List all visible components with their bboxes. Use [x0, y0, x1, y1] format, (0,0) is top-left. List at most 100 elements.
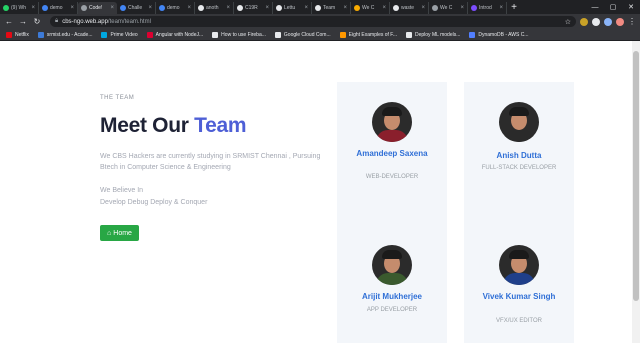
tab-favicon-icon — [276, 5, 282, 11]
bookmark-label: Angular with NodeJ... — [155, 31, 204, 38]
puzzle-icon[interactable] — [604, 17, 612, 26]
menu-icon[interactable]: ⋮ — [628, 17, 636, 26]
bookmark-label: srmist.edu - Acade... — [46, 31, 93, 38]
tab-favicon-icon — [393, 5, 399, 11]
minimize-icon[interactable]: — — [586, 4, 604, 11]
avatar-body — [503, 273, 535, 285]
tab-close-icon[interactable]: × — [148, 5, 152, 11]
tab-close-icon[interactable]: × — [226, 5, 230, 11]
browser-tab[interactable]: anoth × — [195, 2, 234, 14]
bookmark-item[interactable]: Netflix — [6, 31, 29, 38]
tab-title: Lettu — [284, 5, 296, 11]
profile-avatar-icon[interactable] — [616, 17, 624, 26]
tab-close-icon[interactable]: × — [421, 5, 425, 11]
browser-tab[interactable]: demo × — [156, 2, 195, 14]
tab-close-icon[interactable]: × — [382, 5, 386, 11]
bookmark-star-icon[interactable]: ☆ — [565, 18, 571, 26]
back-icon[interactable]: ← — [4, 17, 14, 26]
member-card: Arijit Mukherjee APP DEVELOPER — [337, 225, 447, 343]
bookmark-item[interactable]: Angular with NodeJ... — [146, 31, 204, 38]
bookmark-label: DynamoDB - AWS C... — [478, 31, 529, 38]
tab-close-icon[interactable]: × — [31, 5, 35, 11]
tab-favicon-icon — [471, 5, 477, 11]
avatar-body — [376, 273, 408, 285]
window-controls: — ▢ ✕ — [586, 0, 640, 14]
bookmark-item[interactable]: srmist.edu - Acade... — [37, 31, 93, 38]
browser-tab[interactable]: Challe × — [117, 2, 156, 14]
close-window-icon[interactable]: ✕ — [622, 3, 640, 11]
member-role: APP DEVELOPER — [366, 307, 418, 313]
browser-tab[interactable]: (9) Wh × — [0, 2, 39, 14]
tab-close-icon[interactable]: × — [343, 5, 347, 11]
tab-favicon-icon — [81, 5, 87, 11]
bookmark-item[interactable]: Deploy ML models... — [405, 31, 460, 38]
browser-tab[interactable]: Lettu × — [273, 2, 312, 14]
bookmark-item[interactable]: Google Cloud Com... — [274, 31, 331, 38]
bookmark-item[interactable]: Eight Examples of F... — [339, 31, 397, 38]
home-icon: ⌂ — [107, 229, 112, 237]
bookmark-item[interactable]: Prime Video — [101, 31, 138, 38]
maximize-icon[interactable]: ▢ — [604, 3, 622, 11]
member-role: FULL-STACK DEVELOPER — [481, 165, 557, 171]
tab-title: Team — [323, 5, 336, 11]
bookmark-label: Eight Examples of F... — [348, 31, 397, 38]
bookmark-item[interactable]: DynamoDB - AWS C... — [469, 31, 529, 38]
bookmark-favicon-icon — [101, 31, 108, 38]
browser-tab[interactable]: Introd × — [468, 2, 507, 14]
extension-icon[interactable] — [592, 17, 600, 26]
home-button[interactable]: ⌂ Home — [100, 225, 139, 241]
page-scrollbar[interactable] — [632, 41, 640, 343]
bookmark-favicon-icon — [339, 31, 346, 38]
tab-title: Introd — [479, 5, 492, 11]
reload-icon[interactable]: ↻ — [32, 17, 42, 26]
browser-tab[interactable]: Team × — [312, 2, 351, 14]
browser-tab[interactable]: Code! × — [78, 2, 117, 14]
tab-close-icon[interactable]: × — [110, 5, 114, 11]
bookmark-favicon-icon — [212, 31, 219, 38]
member-name: Amandeep Saxena — [356, 149, 428, 158]
tab-favicon-icon — [315, 5, 321, 11]
avatar — [499, 245, 539, 285]
member-card: Anish Dutta FULL-STACK DEVELOPER — [464, 82, 574, 233]
bookmark-label: Prime Video — [110, 31, 138, 38]
tab-close-icon[interactable]: × — [265, 5, 269, 11]
tab-close-icon[interactable]: × — [460, 5, 464, 11]
avatar-body — [376, 130, 408, 142]
tab-favicon-icon — [3, 5, 9, 11]
url-host: cbs-ngo.web.app — [62, 18, 108, 25]
tab-title: We C — [440, 5, 453, 11]
believe-text: We Believe In Develop Debug Deploy & Con… — [100, 185, 330, 209]
browser-tab[interactable]: We C × — [351, 2, 390, 14]
bookmark-label: How to use Fireba... — [221, 31, 266, 38]
section-eyebrow: THE TEAM — [100, 95, 135, 101]
bookmark-favicon-icon — [405, 31, 412, 38]
browser-tab[interactable]: demo × — [39, 2, 78, 14]
member-role: VFX/UX EDITOR — [496, 318, 542, 324]
bookmark-item[interactable]: How to use Fireba... — [212, 31, 266, 38]
member-role: WEB-DEVELOPER — [365, 174, 419, 180]
tab-close-icon[interactable]: × — [499, 5, 503, 11]
forward-icon[interactable]: → — [18, 17, 28, 26]
avatar — [372, 245, 412, 285]
tab-favicon-icon — [198, 5, 204, 11]
tab-title: C19R — [245, 5, 258, 11]
scrollbar-thumb[interactable] — [633, 51, 639, 301]
believe-line: We Believe In — [100, 187, 144, 194]
tab-close-icon[interactable]: × — [70, 5, 74, 11]
address-bar[interactable]: 🔒︎ cbs-ngo.web.app/team/team.html ☆ — [50, 16, 576, 27]
member-card: Amandeep Saxena WEB-DEVELOPER — [337, 82, 447, 233]
tab-title: anoth — [206, 5, 219, 11]
title-main: Meet Our — [100, 114, 195, 137]
browser-tab[interactable]: We C × — [429, 2, 468, 14]
bookmark-favicon-icon — [37, 31, 44, 38]
extension-icon[interactable] — [580, 17, 588, 26]
bookmark-favicon-icon — [469, 31, 476, 38]
member-card: Vivek Kumar Singh VFX/UX EDITOR — [464, 225, 574, 343]
browser-tab[interactable]: waste × — [390, 2, 429, 14]
new-tab-button[interactable]: + — [507, 2, 521, 14]
tab-close-icon[interactable]: × — [304, 5, 308, 11]
team-page: THE TEAM Meet Our Team We CBS Hackers ar… — [0, 41, 632, 343]
tab-close-icon[interactable]: × — [187, 5, 191, 11]
browser-tab[interactable]: C19R × — [234, 2, 273, 14]
avatar — [499, 102, 539, 142]
